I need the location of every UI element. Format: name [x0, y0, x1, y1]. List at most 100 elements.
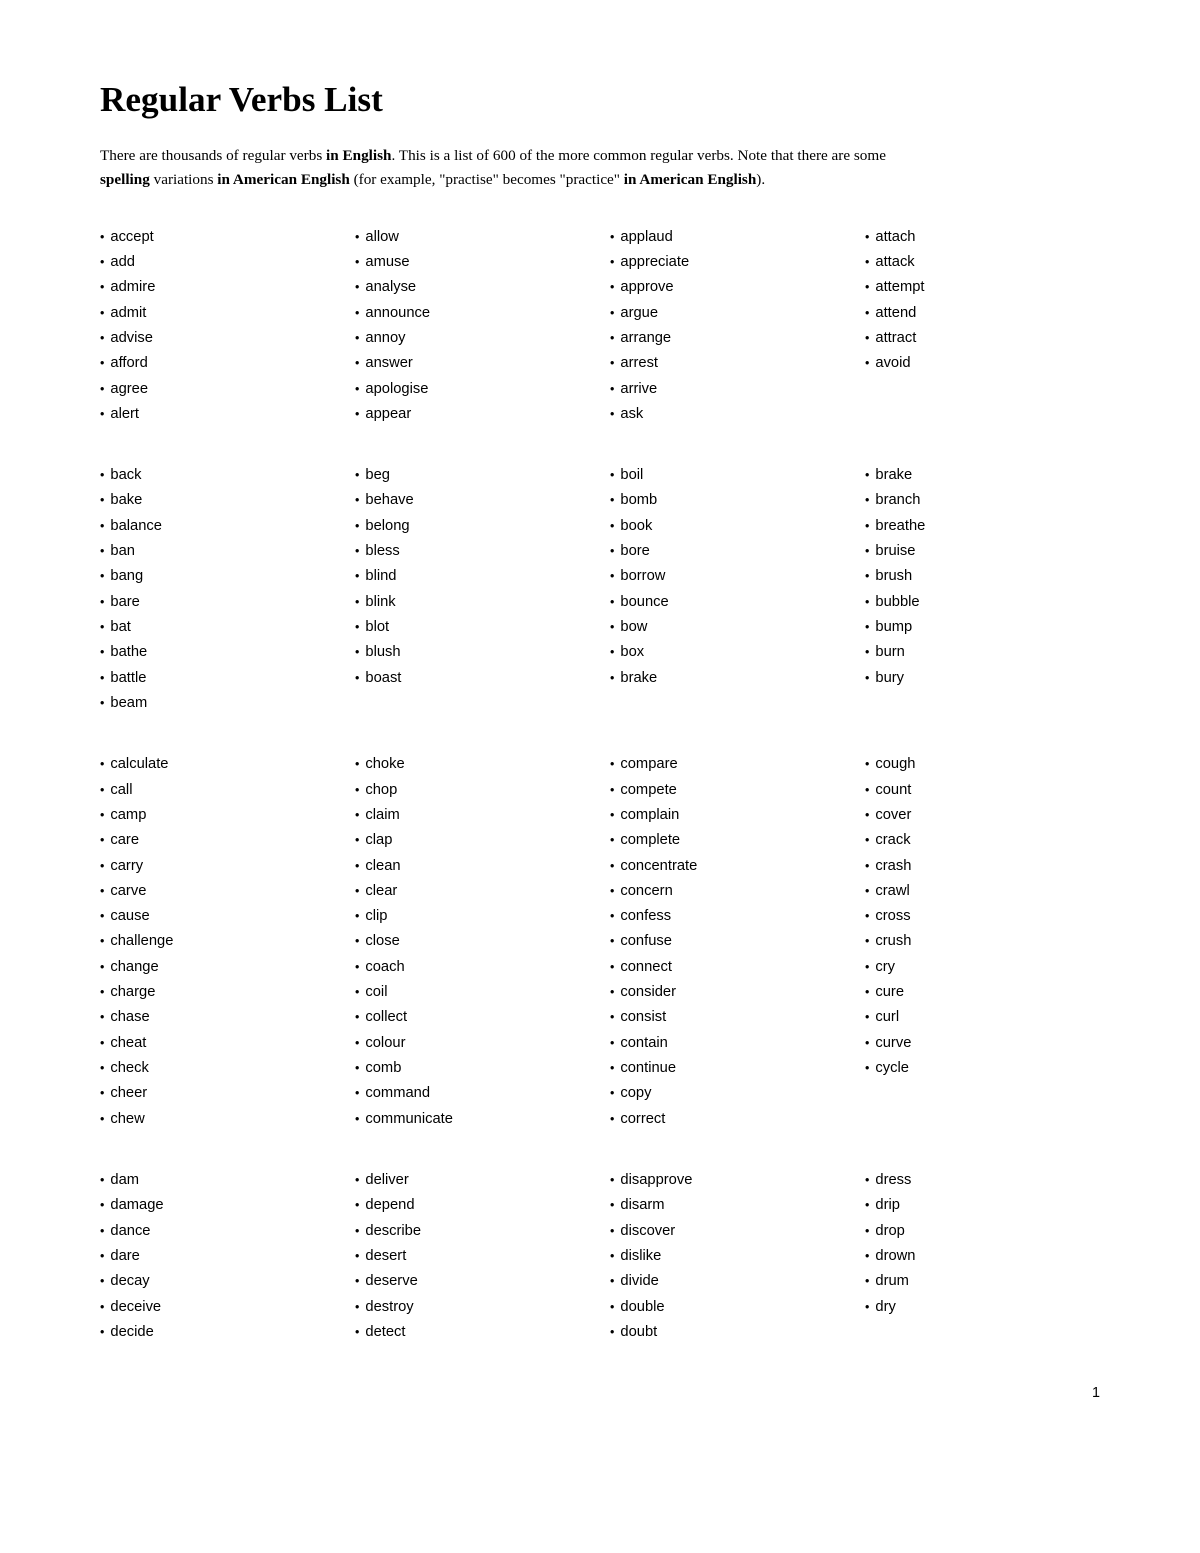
- verb-column-c-1: chokechopclaimclapcleanclearclipclosecoa…: [355, 752, 590, 1132]
- list-item: dance: [100, 1219, 335, 1244]
- list-item: dry: [865, 1295, 1100, 1320]
- list-item: claim: [355, 803, 590, 828]
- list-item: add: [100, 250, 335, 275]
- list-item: attempt: [865, 275, 1100, 300]
- list-item: arrange: [610, 326, 845, 351]
- verb-sections: acceptaddadmireadmitadviseaffordagreeale…: [100, 225, 1100, 1346]
- list-item: change: [100, 955, 335, 980]
- list-item: complete: [610, 828, 845, 853]
- list-item: alert: [100, 402, 335, 427]
- list-item: appear: [355, 402, 590, 427]
- list-item: beam: [100, 691, 335, 716]
- verb-section-a: acceptaddadmireadmitadviseaffordagreeale…: [100, 225, 1100, 428]
- list-item: appreciate: [610, 250, 845, 275]
- list-item: branch: [865, 488, 1100, 513]
- verb-column-a-1: allowamuseanalyseannounceannoyanswerapol…: [355, 225, 590, 428]
- intro-text: There are thousands of regular verbs in …: [100, 144, 920, 193]
- list-item: crack: [865, 828, 1100, 853]
- list-item: destroy: [355, 1295, 590, 1320]
- list-item: detect: [355, 1320, 590, 1345]
- list-item: consider: [610, 980, 845, 1005]
- list-item: divide: [610, 1269, 845, 1294]
- list-item: cause: [100, 904, 335, 929]
- list-item: dam: [100, 1168, 335, 1193]
- verb-column-d-2: disapprovedisarmdiscoverdislikedividedou…: [610, 1168, 845, 1345]
- list-item: close: [355, 929, 590, 954]
- list-item: bury: [865, 666, 1100, 691]
- list-item: count: [865, 778, 1100, 803]
- list-item: admit: [100, 301, 335, 326]
- list-item: boil: [610, 463, 845, 488]
- list-item: bare: [100, 590, 335, 615]
- list-item: deliver: [355, 1168, 590, 1193]
- list-item: chew: [100, 1107, 335, 1132]
- list-item: attach: [865, 225, 1100, 250]
- list-item: arrest: [610, 351, 845, 376]
- list-item: clean: [355, 854, 590, 879]
- list-item: cure: [865, 980, 1100, 1005]
- verb-section-b: backbakebalancebanbangbarebatbathebattle…: [100, 463, 1100, 716]
- list-item: bore: [610, 539, 845, 564]
- list-item: attract: [865, 326, 1100, 351]
- list-item: agree: [100, 377, 335, 402]
- list-item: dare: [100, 1244, 335, 1269]
- list-item: box: [610, 640, 845, 665]
- list-item: arrive: [610, 377, 845, 402]
- list-item: colour: [355, 1031, 590, 1056]
- list-item: apologise: [355, 377, 590, 402]
- list-item: dress: [865, 1168, 1100, 1193]
- list-item: curve: [865, 1031, 1100, 1056]
- list-item: bubble: [865, 590, 1100, 615]
- list-item: drown: [865, 1244, 1100, 1269]
- verb-column-b-2: boilbombbookboreborrowbouncebowboxbrake: [610, 463, 845, 716]
- list-item: comb: [355, 1056, 590, 1081]
- list-item: cheer: [100, 1081, 335, 1106]
- list-item: deceive: [100, 1295, 335, 1320]
- list-item: bump: [865, 615, 1100, 640]
- list-item: chase: [100, 1005, 335, 1030]
- list-item: crawl: [865, 879, 1100, 904]
- list-item: allow: [355, 225, 590, 250]
- verb-column-c-3: coughcountcovercrackcrashcrawlcrosscrush…: [865, 752, 1100, 1132]
- list-item: charge: [100, 980, 335, 1005]
- list-item: drip: [865, 1193, 1100, 1218]
- list-item: admire: [100, 275, 335, 300]
- list-item: confuse: [610, 929, 845, 954]
- list-item: back: [100, 463, 335, 488]
- list-item: bruise: [865, 539, 1100, 564]
- list-item: camp: [100, 803, 335, 828]
- list-item: decay: [100, 1269, 335, 1294]
- list-item: compete: [610, 778, 845, 803]
- list-item: discover: [610, 1219, 845, 1244]
- list-item: blush: [355, 640, 590, 665]
- list-item: doubt: [610, 1320, 845, 1345]
- list-item: communicate: [355, 1107, 590, 1132]
- list-item: crash: [865, 854, 1100, 879]
- verb-column-c-0: calculatecallcampcarecarrycarvecausechal…: [100, 752, 335, 1132]
- list-item: belong: [355, 514, 590, 539]
- list-item: approve: [610, 275, 845, 300]
- list-item: analyse: [355, 275, 590, 300]
- verb-column-b-0: backbakebalancebanbangbarebatbathebattle…: [100, 463, 335, 716]
- list-item: compare: [610, 752, 845, 777]
- list-item: boast: [355, 666, 590, 691]
- page-title: Regular Verbs List: [100, 80, 1100, 120]
- list-item: check: [100, 1056, 335, 1081]
- list-item: dislike: [610, 1244, 845, 1269]
- list-item: drum: [865, 1269, 1100, 1294]
- list-item: argue: [610, 301, 845, 326]
- list-item: calculate: [100, 752, 335, 777]
- verb-column-b-3: brakebranchbreathebruisebrushbubblebumpb…: [865, 463, 1100, 716]
- list-item: bomb: [610, 488, 845, 513]
- list-item: cough: [865, 752, 1100, 777]
- list-item: bless: [355, 539, 590, 564]
- list-item: applaud: [610, 225, 845, 250]
- list-item: contain: [610, 1031, 845, 1056]
- list-item: complain: [610, 803, 845, 828]
- list-item: attack: [865, 250, 1100, 275]
- list-item: cry: [865, 955, 1100, 980]
- list-item: clap: [355, 828, 590, 853]
- list-item: crush: [865, 929, 1100, 954]
- verb-column-d-3: dressdripdropdrowndrumdry: [865, 1168, 1100, 1345]
- list-item: coach: [355, 955, 590, 980]
